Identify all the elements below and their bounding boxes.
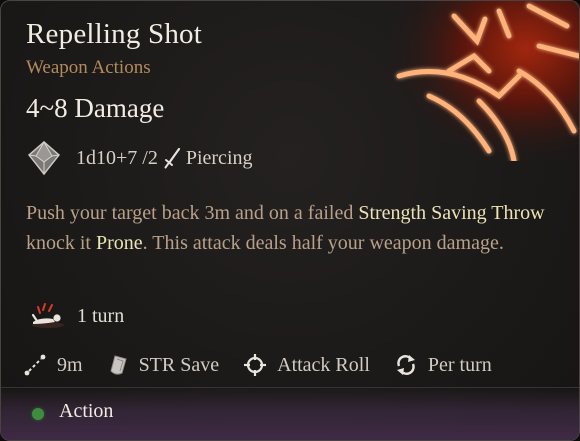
save-type: STR Save	[138, 353, 220, 376]
damage-range: 4~8 Damage	[26, 93, 165, 123]
action-dot-icon	[32, 408, 44, 420]
resource-footer: Action	[1, 387, 579, 440]
spell-tooltip: Repelling Shot Weapon Actions 4~8 Damage…	[0, 0, 580, 441]
keyword-strength-saving-throw[interactable]: Strength Saving Throw	[358, 202, 544, 224]
condition-duration: 1 turn	[77, 304, 125, 327]
prone-condition-row: 1 turn	[29, 300, 124, 332]
range-icon	[24, 354, 46, 376]
description-text: knock it	[26, 231, 96, 254]
description-text: . This attack deals half your weapon dam…	[142, 231, 504, 254]
spell-description: Push your target back 3m and on a failed…	[26, 199, 546, 258]
recharge-type: Per turn	[427, 353, 492, 376]
spell-stats-row: 9m STR Save Attack Roll Per turn	[23, 350, 516, 380]
d10-die-icon	[27, 140, 61, 176]
spell-title: Repelling Shot	[26, 18, 202, 50]
save-stat: STR Save	[107, 353, 220, 377]
damage-dice-row: 1d10+7 /2 Piercing	[26, 140, 253, 176]
crosshair-icon	[244, 354, 267, 376]
sword-icon	[164, 147, 180, 169]
spell-art-icon	[389, 1, 579, 161]
prone-icon	[31, 303, 64, 328]
spell-category: Weapon Actions	[26, 57, 151, 78]
range-stat: 9m	[23, 353, 83, 377]
save-shield-icon	[110, 355, 127, 375]
dice-formula: 1d10+7 /2	[76, 146, 158, 169]
damage-type: Piercing	[185, 146, 253, 169]
description-text: Push your target back 3m and on a failed	[26, 202, 359, 224]
resource-cost: Action	[59, 400, 114, 422]
recharge-stat: Per turn	[394, 353, 492, 377]
keyword-prone[interactable]: Prone	[96, 232, 143, 254]
attack-type: Attack Roll	[277, 353, 370, 376]
range-value: 9m	[57, 353, 83, 376]
attack-roll-stat: Attack Roll	[243, 353, 370, 377]
recharge-icon	[396, 355, 415, 375]
